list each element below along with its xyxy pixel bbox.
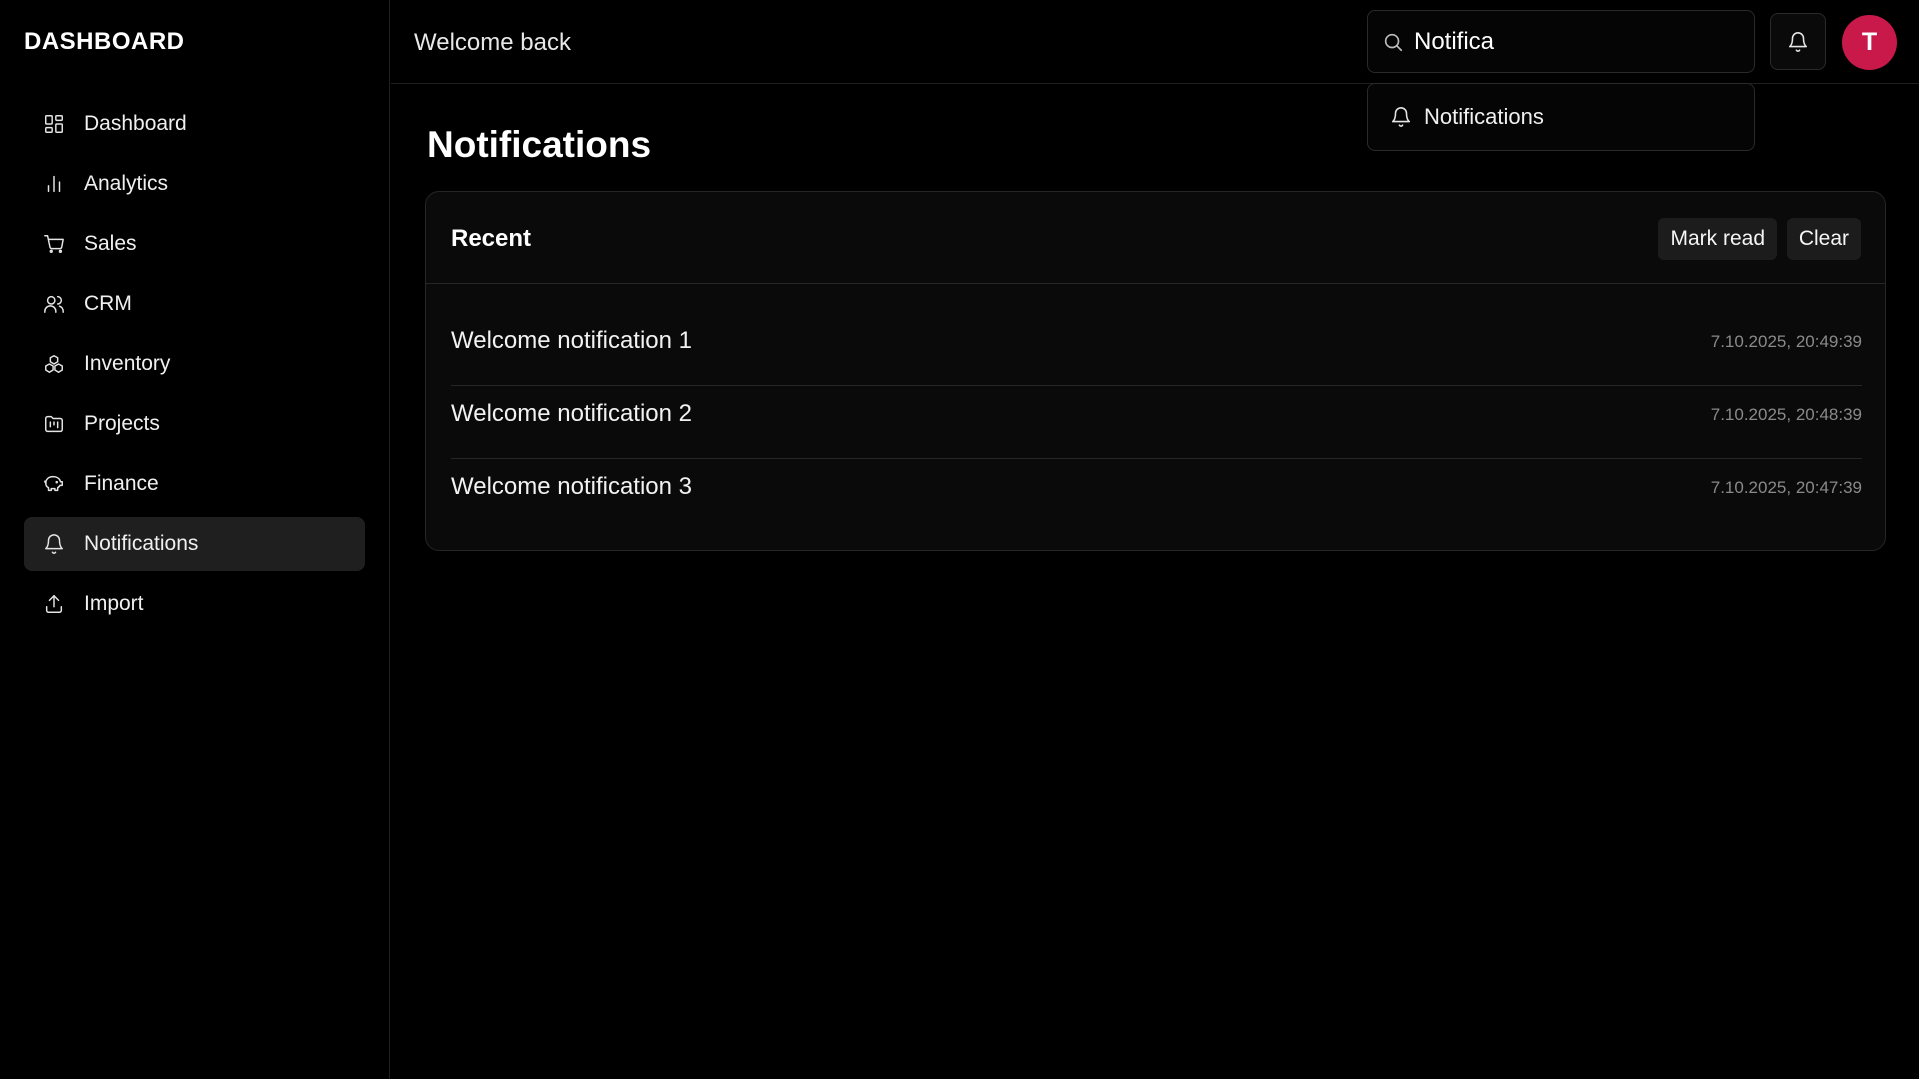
sidebar-item-finance[interactable]: Finance bbox=[24, 457, 365, 511]
bell-icon bbox=[1391, 107, 1411, 127]
bar-chart-icon bbox=[42, 172, 66, 196]
users-icon bbox=[42, 292, 66, 316]
notification-row[interactable]: Welcome notification 1 7.10.2025, 20:49:… bbox=[451, 313, 1862, 386]
search-input[interactable] bbox=[1414, 27, 1744, 56]
dashboard-grid-icon bbox=[42, 112, 66, 136]
search-icon bbox=[1384, 33, 1403, 51]
search-result-notifications[interactable]: Notifications bbox=[1368, 84, 1754, 150]
sidebar-item-inventory[interactable]: Inventory bbox=[24, 337, 365, 391]
sidebar-item-label: Projects bbox=[84, 412, 160, 435]
sidebar-item-label: CRM bbox=[84, 292, 132, 315]
notification-row[interactable]: Welcome notification 3 7.10.2025, 20:47:… bbox=[451, 459, 1862, 532]
boxes-icon bbox=[42, 352, 66, 376]
notification-timestamp: 7.10.2025, 20:49:39 bbox=[1710, 332, 1862, 351]
avatar[interactable]: T bbox=[1842, 15, 1897, 70]
sidebar-item-label: Analytics bbox=[84, 172, 169, 195]
clear-button[interactable]: Clear bbox=[1786, 218, 1861, 260]
notification-title: Welcome notification 3 bbox=[451, 473, 693, 500]
sidebar-item-crm[interactable]: CRM bbox=[24, 277, 365, 331]
sidebar-item-label: Import bbox=[84, 592, 144, 615]
sidebar-item-notifications[interactable]: Notifications bbox=[24, 517, 365, 571]
notification-timestamp: 7.10.2025, 20:48:39 bbox=[1710, 405, 1862, 424]
notifications-button[interactable] bbox=[1770, 13, 1826, 70]
notification-title: Welcome notification 2 bbox=[451, 400, 693, 427]
sidebar-item-label: Notifications bbox=[84, 532, 199, 555]
cart-icon bbox=[42, 232, 66, 256]
notification-title: Welcome notification 1 bbox=[451, 327, 693, 354]
sidebar-item-label: Sales bbox=[84, 232, 137, 255]
top-header: Welcome back T bbox=[391, 0, 1919, 84]
card-title: Recent bbox=[451, 225, 532, 252]
notification-row[interactable]: Welcome notification 2 7.10.2025, 20:48:… bbox=[451, 386, 1862, 459]
sidebar-nav: Dashboard Analytics Sales CRM Inventory … bbox=[24, 97, 365, 637]
sidebar-item-projects[interactable]: Projects bbox=[24, 397, 365, 451]
sidebar-item-label: Dashboard bbox=[84, 112, 187, 135]
sidebar: DASHBOARD Dashboard Analytics Sales CRM … bbox=[0, 0, 390, 1079]
sidebar-item-analytics[interactable]: Analytics bbox=[24, 157, 365, 211]
folder-kanban-icon bbox=[42, 412, 66, 436]
bell-icon bbox=[1788, 31, 1808, 52]
notification-list: Welcome notification 1 7.10.2025, 20:49:… bbox=[451, 313, 1862, 532]
page-title: Notifications bbox=[427, 124, 652, 165]
sidebar-item-label: Inventory bbox=[84, 352, 171, 375]
brand-title: DASHBOARD bbox=[24, 28, 185, 55]
search-result-label: Notifications bbox=[1424, 104, 1544, 129]
upload-icon bbox=[42, 592, 66, 616]
welcome-text: Welcome back bbox=[414, 29, 571, 56]
search-results-dropdown: Notifications bbox=[1367, 83, 1755, 151]
mark-read-button[interactable]: Mark read bbox=[1658, 218, 1777, 260]
sidebar-item-sales[interactable]: Sales bbox=[24, 217, 365, 271]
notifications-card: Recent Mark read Clear Welcome notificat… bbox=[425, 191, 1886, 551]
sidebar-item-label: Finance bbox=[84, 472, 159, 495]
bell-icon bbox=[42, 532, 66, 556]
sidebar-item-dashboard[interactable]: Dashboard bbox=[24, 97, 365, 151]
piggy-bank-icon bbox=[42, 472, 66, 496]
notification-timestamp: 7.10.2025, 20:47:39 bbox=[1710, 478, 1862, 497]
sidebar-item-import[interactable]: Import bbox=[24, 577, 365, 631]
search-box[interactable] bbox=[1367, 10, 1755, 73]
card-header: Recent Mark read Clear bbox=[426, 192, 1885, 284]
app-root: DASHBOARD Dashboard Analytics Sales CRM … bbox=[0, 0, 1919, 1079]
